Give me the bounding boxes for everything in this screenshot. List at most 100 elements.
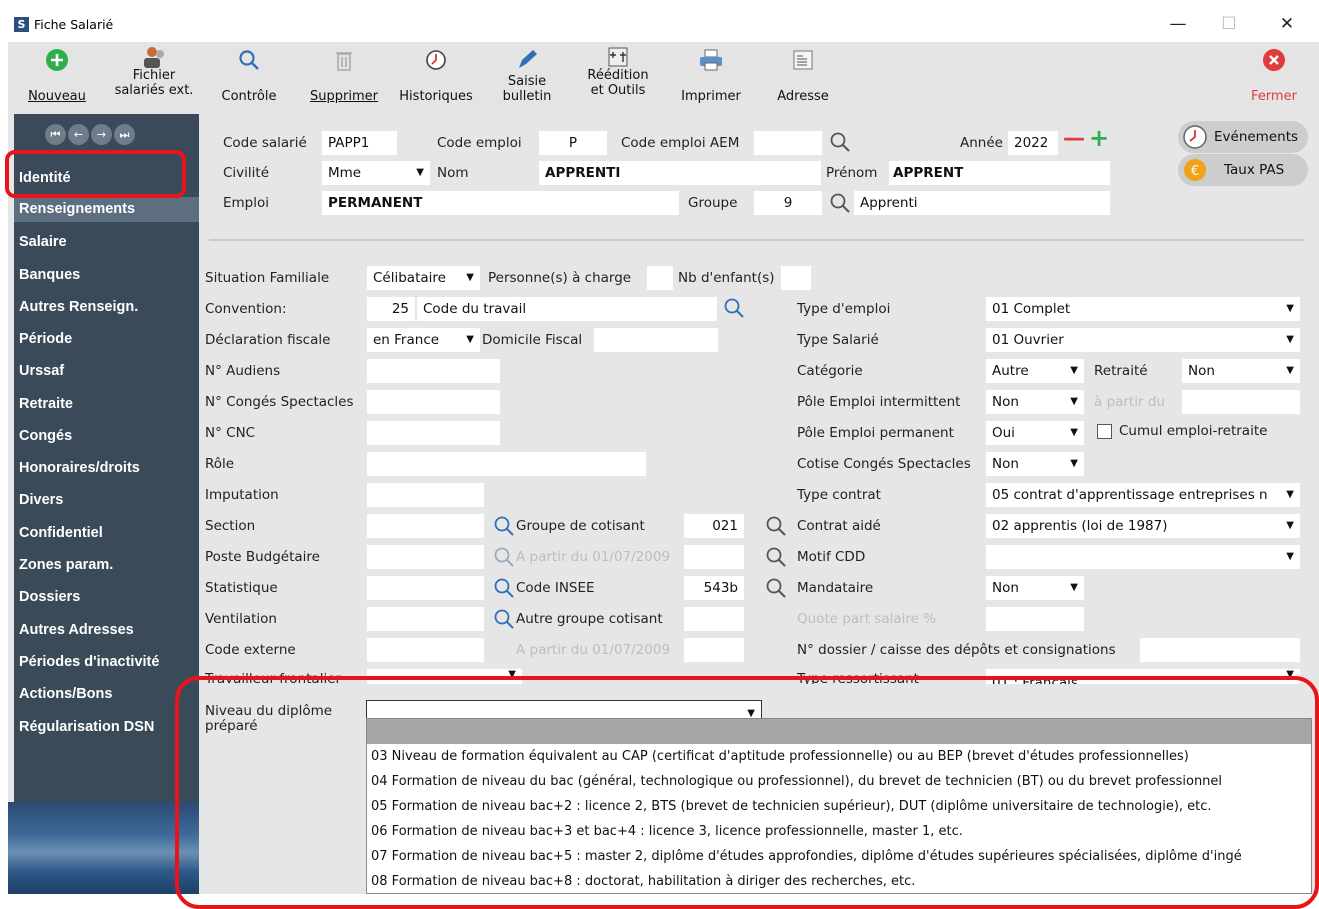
code-salarie-field[interactable]: PAPP1 bbox=[322, 131, 397, 155]
sidebar-item-renseignements[interactable]: Renseignements bbox=[14, 197, 199, 222]
civilite-select[interactable]: Mme ▼ bbox=[322, 161, 430, 185]
fermer-button[interactable]: Fermer bbox=[1244, 46, 1304, 104]
pole-emploi-permanent-select[interactable]: Oui ▼ bbox=[986, 421, 1084, 445]
code-emploi-field[interactable]: P bbox=[539, 131, 607, 155]
adresse-button[interactable]: Adresse bbox=[770, 46, 836, 104]
pole-emploi-intermittent-select[interactable]: Non ▼ bbox=[986, 390, 1084, 414]
contrat-aide-select[interactable]: 02 apprentis (loi de 1987) ▼ bbox=[986, 514, 1300, 538]
groupe-field[interactable]: 9 bbox=[754, 191, 822, 215]
search-contrat-aide-icon[interactable] bbox=[765, 515, 787, 537]
autre-groupe-cotisant-field[interactable] bbox=[684, 607, 744, 631]
fichier-salaries-ext-button[interactable]: Fichier salariés ext. bbox=[106, 46, 202, 98]
type-salarie-select[interactable]: 01 Ouvrier ▼ bbox=[986, 328, 1300, 352]
sidebar-item-autres-renseign[interactable]: Autres Renseign. bbox=[19, 299, 138, 315]
annee-plus-button[interactable]: + bbox=[1089, 124, 1109, 152]
sidebar-item-banques[interactable]: Banques bbox=[19, 267, 80, 283]
type-contrat-select[interactable]: 05 contrat d'apprentissage entreprises n… bbox=[986, 483, 1300, 507]
code-externe-field[interactable] bbox=[367, 638, 484, 662]
cotise-conges-select[interactable]: Non ▼ bbox=[986, 452, 1084, 476]
sidebar-item-honoraires[interactable]: Honoraires/droits bbox=[19, 460, 140, 476]
sidebar-item-urssaf[interactable]: Urssaf bbox=[19, 363, 64, 379]
partir-du-field[interactable] bbox=[1182, 390, 1300, 414]
fichier-label-2: salariés ext. bbox=[114, 83, 194, 98]
situation-familiale-select[interactable]: Célibataire ▼ bbox=[367, 266, 480, 290]
statistique-field[interactable] bbox=[367, 576, 484, 600]
search-mandataire-icon[interactable] bbox=[765, 577, 787, 599]
reedition-outils-button[interactable]: Réédition et Outils bbox=[576, 46, 660, 98]
poste-budgetaire-field[interactable] bbox=[367, 545, 484, 569]
taux-pas-button[interactable]: € Taux PAS bbox=[1178, 154, 1308, 186]
nom-field[interactable]: APPRENTI bbox=[539, 161, 821, 185]
saisie-bulletin-button[interactable]: Saisie bulletin bbox=[492, 46, 562, 104]
sidebar-item-divers[interactable]: Divers bbox=[19, 492, 63, 508]
numero-dossier-field[interactable] bbox=[1140, 638, 1300, 662]
sidebar-item-regularisation-dsn[interactable]: Régularisation DSN bbox=[19, 719, 154, 735]
search-groupe-icon[interactable] bbox=[829, 192, 851, 214]
section-field[interactable] bbox=[367, 514, 484, 538]
annee-minus-button[interactable]: — bbox=[1063, 126, 1085, 151]
last-record-icon[interactable]: ⏭ bbox=[114, 124, 135, 145]
personnes-charge-field[interactable] bbox=[647, 266, 673, 290]
sidebar-item-autres-adresses[interactable]: Autres Adresses bbox=[19, 622, 134, 638]
sidebar-item-zones-param[interactable]: Zones param. bbox=[19, 557, 113, 573]
separator bbox=[209, 239, 1304, 241]
groupe-cotisant-field[interactable]: 021 bbox=[684, 514, 744, 538]
sidebar-item-conges[interactable]: Congés bbox=[19, 428, 72, 444]
motif-cdd-select[interactable]: ▼ bbox=[986, 545, 1300, 569]
supprimer-button[interactable]: Supprimer bbox=[304, 46, 384, 104]
sidebar-item-confidentiel[interactable]: Confidentiel bbox=[19, 525, 103, 541]
ventilation-field[interactable] bbox=[367, 607, 484, 631]
a-partir-field[interactable] bbox=[684, 545, 744, 569]
minimize-button[interactable]: — bbox=[1166, 14, 1190, 34]
search-code-emploi-aem-icon[interactable] bbox=[829, 131, 851, 153]
search-convention-icon[interactable] bbox=[723, 297, 745, 319]
nb-enfants-field[interactable] bbox=[781, 266, 811, 290]
dropdown-caret-icon: ▼ bbox=[1286, 520, 1294, 531]
search-groupe-cotisant-icon[interactable] bbox=[493, 515, 515, 537]
cnc-field[interactable] bbox=[367, 421, 500, 445]
sidebar-item-dossiers[interactable]: Dossiers bbox=[19, 589, 80, 605]
code-emploi-aem-field[interactable] bbox=[754, 131, 822, 155]
search-a-partir-icon[interactable] bbox=[493, 546, 515, 568]
conges-spectacles-field[interactable] bbox=[367, 390, 500, 414]
nouveau-button[interactable]: Nouveau bbox=[22, 46, 92, 104]
close-window-button[interactable]: ✕ bbox=[1275, 14, 1299, 34]
previous-record-icon[interactable]: ← bbox=[68, 124, 89, 145]
next-record-icon[interactable]: → bbox=[91, 124, 112, 145]
imputation-field[interactable] bbox=[367, 483, 484, 507]
domicile-fiscal-field[interactable] bbox=[594, 328, 718, 352]
mandataire-select[interactable]: Non ▼ bbox=[986, 576, 1084, 600]
audiens-field[interactable] bbox=[367, 359, 500, 383]
sidebar-item-salaire[interactable]: Salaire bbox=[19, 234, 67, 250]
code-insee-field[interactable]: 543b bbox=[684, 576, 744, 600]
categorie-select[interactable]: Autre ▼ bbox=[986, 359, 1084, 383]
contrat-aide-label: Contrat aidé bbox=[797, 518, 881, 534]
evenements-label: Evénements bbox=[1214, 129, 1299, 145]
search-autre-groupe-icon[interactable] bbox=[493, 608, 515, 630]
imprimer-button[interactable]: Imprimer bbox=[674, 46, 748, 104]
controle-button[interactable]: Contrôle bbox=[214, 46, 284, 104]
emploi-field[interactable]: PERMANENT bbox=[322, 191, 679, 215]
retraite-select[interactable]: Non ▼ bbox=[1182, 359, 1300, 383]
role-field[interactable] bbox=[367, 452, 646, 476]
sidebar-item-periodes-inactivite[interactable]: Périodes d'inactivité bbox=[19, 654, 159, 670]
quote-part-field[interactable] bbox=[986, 607, 1084, 631]
declaration-fiscale-select[interactable]: en France ▼ bbox=[367, 328, 480, 352]
cumul-emploi-retraite-checkbox[interactable] bbox=[1097, 424, 1112, 439]
search-motif-cdd-icon[interactable] bbox=[765, 546, 787, 568]
sidebar-item-retraite[interactable]: Retraite bbox=[19, 396, 73, 412]
maximize-button[interactable]: ☐ bbox=[1217, 14, 1241, 34]
evenements-button[interactable]: Evénements bbox=[1178, 121, 1308, 153]
convention-field[interactable]: Code du travail bbox=[417, 297, 717, 321]
annee-field[interactable]: 2022 bbox=[1008, 131, 1058, 155]
convention-number-field[interactable]: 25 bbox=[367, 297, 415, 321]
a-partir-2-field[interactable] bbox=[684, 638, 744, 662]
prenom-field[interactable]: APPRENT bbox=[889, 161, 1110, 185]
type-emploi-select[interactable]: 01 Complet ▼ bbox=[986, 297, 1300, 321]
sidebar-item-periode[interactable]: Période bbox=[19, 331, 72, 347]
sidebar-item-actions-bons[interactable]: Actions/Bons bbox=[19, 686, 112, 702]
search-code-insee-icon[interactable] bbox=[493, 577, 515, 599]
first-record-icon[interactable]: ⏮ bbox=[45, 124, 66, 145]
historiques-button[interactable]: Historiques bbox=[394, 46, 478, 104]
retraite-value: Non bbox=[1188, 363, 1215, 379]
